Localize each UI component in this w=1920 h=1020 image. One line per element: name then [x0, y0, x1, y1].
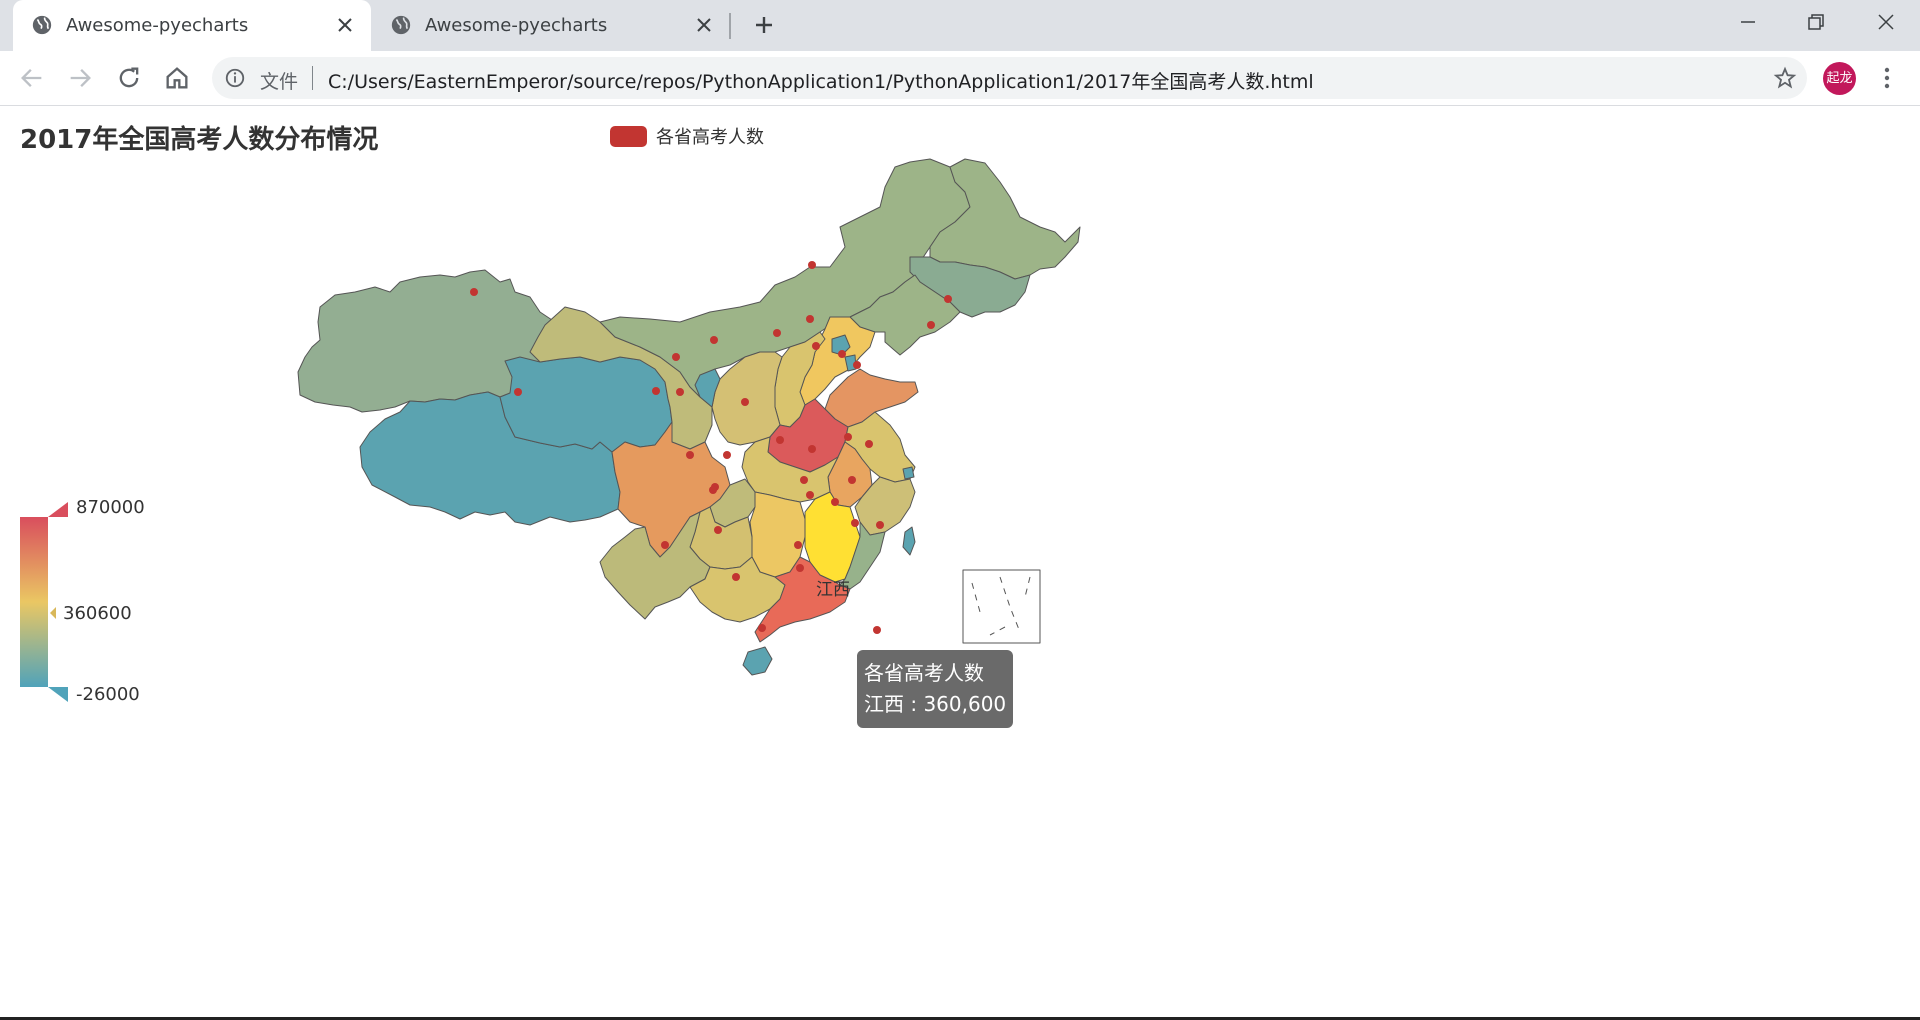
- region-marker: [808, 261, 816, 269]
- region-marker: [773, 329, 781, 337]
- home-icon[interactable]: [163, 64, 191, 92]
- region-marker: [944, 295, 952, 303]
- region-marker: [672, 353, 680, 361]
- region-shanghai: [902, 466, 915, 480]
- close-window-icon[interactable]: [1874, 10, 1898, 34]
- arrow-right-icon[interactable]: [66, 64, 94, 92]
- visual-map-min-handle[interactable]: [48, 687, 68, 702]
- region-marker: [661, 541, 669, 549]
- region-marker: [851, 519, 859, 527]
- region-marker: [732, 573, 740, 581]
- region-marker: [714, 526, 722, 534]
- region-marker: [844, 433, 852, 441]
- region-hainan: [742, 646, 773, 676]
- tab-title: Awesome-pyecharts: [425, 15, 608, 36]
- region-marker: [652, 387, 660, 395]
- visual-map-max-label: 870000: [76, 497, 145, 518]
- region-marker: [873, 626, 881, 634]
- china-map[interactable]: 江西: [0, 107, 1920, 1020]
- region-taiwan: [902, 526, 916, 556]
- region-marker: [808, 445, 816, 453]
- visual-map-indicator: [50, 607, 56, 619]
- star-icon[interactable]: [1773, 66, 1797, 90]
- region-marker: [776, 436, 784, 444]
- visual-map-max-handle[interactable]: [48, 502, 68, 517]
- region-marker: [470, 288, 478, 296]
- region-marker: [800, 476, 808, 484]
- visual-map-mid-label: 360600: [63, 603, 132, 624]
- url-divider: [312, 66, 313, 90]
- reload-icon[interactable]: [115, 64, 143, 92]
- visual-map-bar: [20, 517, 48, 687]
- url-text[interactable]: C:/Users/EasternEmperor/source/repos/Pyt…: [328, 67, 1314, 94]
- region-marker: [741, 398, 749, 406]
- tab-inactive[interactable]: Awesome-pyecharts: [372, 0, 730, 51]
- tab-strip: Awesome-pyecharts Awesome-pyecharts: [0, 0, 1920, 51]
- region-marker: [796, 564, 804, 572]
- plus-icon[interactable]: [752, 13, 776, 37]
- info-icon[interactable]: [224, 67, 246, 89]
- region-marker: [812, 342, 820, 350]
- region-marker: [686, 451, 694, 459]
- region-marker: [723, 451, 731, 459]
- highlight-region-label: 江西: [816, 580, 850, 599]
- browser-toolbar: 文件 C:/Users/EasternEmperor/source/repos/…: [0, 51, 1920, 106]
- vertical-dots-icon[interactable]: [1875, 64, 1899, 92]
- region-marker: [865, 440, 873, 448]
- region-marker: [710, 336, 718, 344]
- avatar[interactable]: 起龙: [1823, 62, 1856, 95]
- region-marker: [853, 361, 861, 369]
- region-south-sea-dashes: [971, 576, 1031, 636]
- tab-title: Awesome-pyecharts: [66, 15, 249, 36]
- restore-icon[interactable]: [1804, 10, 1828, 34]
- region-marker: [514, 388, 522, 396]
- region-marker: [794, 541, 802, 549]
- region-marker: [709, 486, 717, 494]
- chart-tooltip: 各省高考人数 江西 : 360,600: [857, 650, 1014, 728]
- minimize-icon[interactable]: [1736, 10, 1760, 34]
- globe-icon: [32, 15, 52, 35]
- region-marker: [831, 498, 839, 506]
- arrow-left-icon[interactable]: [18, 64, 46, 92]
- visual-map[interactable]: [0, 107, 200, 1020]
- region-marker: [848, 476, 856, 484]
- url-scheme-label: 文件: [260, 71, 299, 93]
- tab-active[interactable]: Awesome-pyecharts: [13, 0, 371, 51]
- region-marker: [876, 521, 884, 529]
- close-icon[interactable]: [692, 13, 716, 37]
- region-marker: [838, 350, 846, 358]
- visual-map-min-label: -26000: [76, 684, 140, 705]
- globe-icon: [391, 15, 411, 35]
- tooltip-value: 江西 : 360,600: [864, 692, 1007, 716]
- tab-separator: [729, 13, 731, 39]
- page-content: 2017年全国高考人数分布情况 各省高考人数 江西 870000 360600 …: [0, 107, 1920, 1020]
- region-marker: [676, 388, 684, 396]
- region-qinghai: [499, 356, 673, 453]
- tooltip-series: 各省高考人数: [864, 661, 984, 685]
- region-marker: [806, 315, 814, 323]
- region-marker: [806, 491, 814, 499]
- region-marker: [758, 624, 766, 632]
- region-marker: [927, 321, 935, 329]
- address-bar[interactable]: 文件 C:/Users/EasternEmperor/source/repos/…: [212, 57, 1807, 99]
- close-icon[interactable]: [333, 13, 357, 37]
